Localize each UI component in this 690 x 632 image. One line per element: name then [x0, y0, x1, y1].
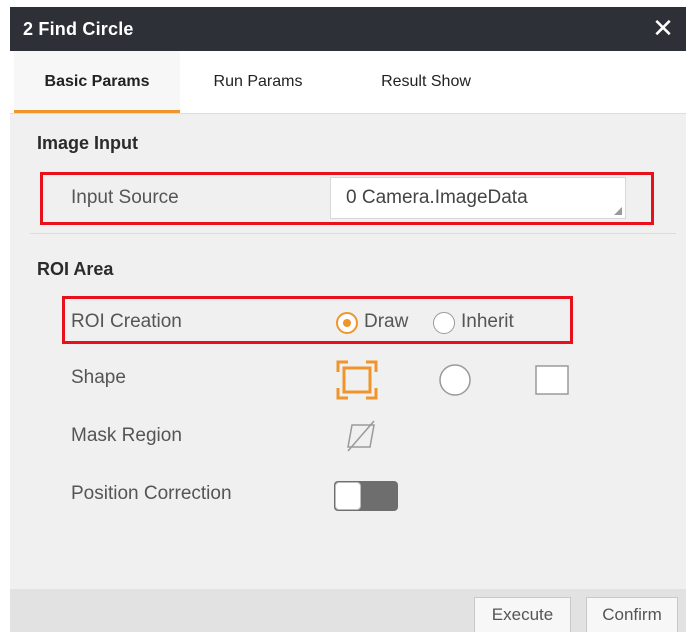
toggle-knob — [335, 482, 361, 510]
circle-icon[interactable] — [437, 362, 473, 398]
section-divider — [30, 233, 676, 234]
find-circle-dialog: 2 Find Circle ✕ Basic Params Run Params … — [10, 7, 686, 632]
roi-draw-label[interactable]: Draw — [364, 311, 408, 333]
mask-region-label: Mask Region — [71, 425, 182, 446]
shape-label: Shape — [71, 367, 126, 388]
execute-button[interactable]: Execute — [474, 597, 571, 632]
rectangle-icon[interactable] — [534, 364, 570, 396]
tab-run-params[interactable]: Run Params — [198, 51, 318, 113]
image-input-section-title: Image Input — [37, 133, 139, 153]
input-source-value: 0 Camera.ImageData — [346, 187, 528, 208]
input-source-label: Input Source — [71, 187, 179, 208]
close-icon[interactable]: ✕ — [650, 15, 676, 41]
full-image-icon[interactable] — [334, 358, 380, 402]
tab-result-show[interactable]: Result Show — [366, 51, 486, 113]
tab-bar: Basic Params Run Params Result Show — [10, 51, 686, 114]
dropdown-grip-icon — [614, 207, 622, 215]
position-correction-toggle[interactable] — [334, 481, 398, 511]
position-correction-label: Position Correction — [71, 483, 232, 504]
roi-inherit-label[interactable]: Inherit — [461, 311, 514, 333]
confirm-button[interactable]: Confirm — [586, 597, 678, 632]
dialog-title: 2 Find Circle — [23, 19, 134, 39]
footer-bar: Execute Confirm — [10, 589, 686, 632]
roi-area-section-title: ROI Area — [37, 259, 114, 279]
tab-basic-params[interactable]: Basic Params — [14, 51, 180, 113]
input-source-field[interactable]: 0 Camera.ImageData — [330, 177, 626, 219]
roi-creation-label: ROI Creation — [71, 311, 182, 332]
roi-inherit-radio[interactable] — [433, 312, 455, 334]
roi-draw-radio[interactable] — [336, 312, 358, 334]
title-bar: 2 Find Circle ✕ — [10, 7, 686, 51]
mask-region-icon[interactable] — [344, 419, 378, 453]
